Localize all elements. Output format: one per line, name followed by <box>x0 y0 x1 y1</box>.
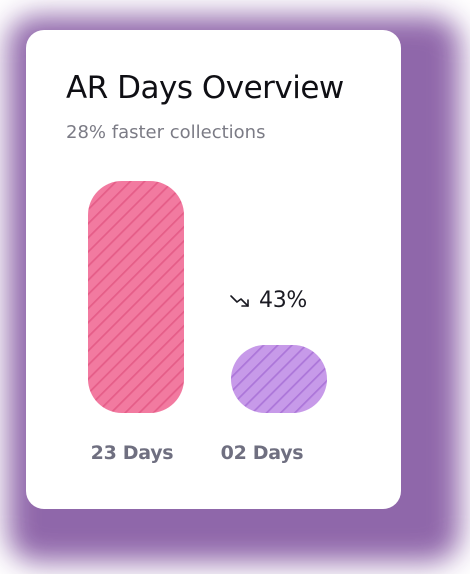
change-percentage: 43% <box>259 288 307 313</box>
bar-label-2: 02 Days <box>220 442 304 464</box>
bar-label-1: 23 Days <box>90 442 174 464</box>
bar-02-days <box>231 345 327 413</box>
ar-days-card: AR Days Overview 28% faster collections <box>26 30 401 509</box>
bar-chart <box>88 181 327 413</box>
trend-down-icon <box>230 294 249 307</box>
bar-23-days <box>88 181 184 413</box>
canvas: AR Days Overview 28% faster collections <box>0 0 470 574</box>
change-indicator: 43% <box>229 288 307 313</box>
